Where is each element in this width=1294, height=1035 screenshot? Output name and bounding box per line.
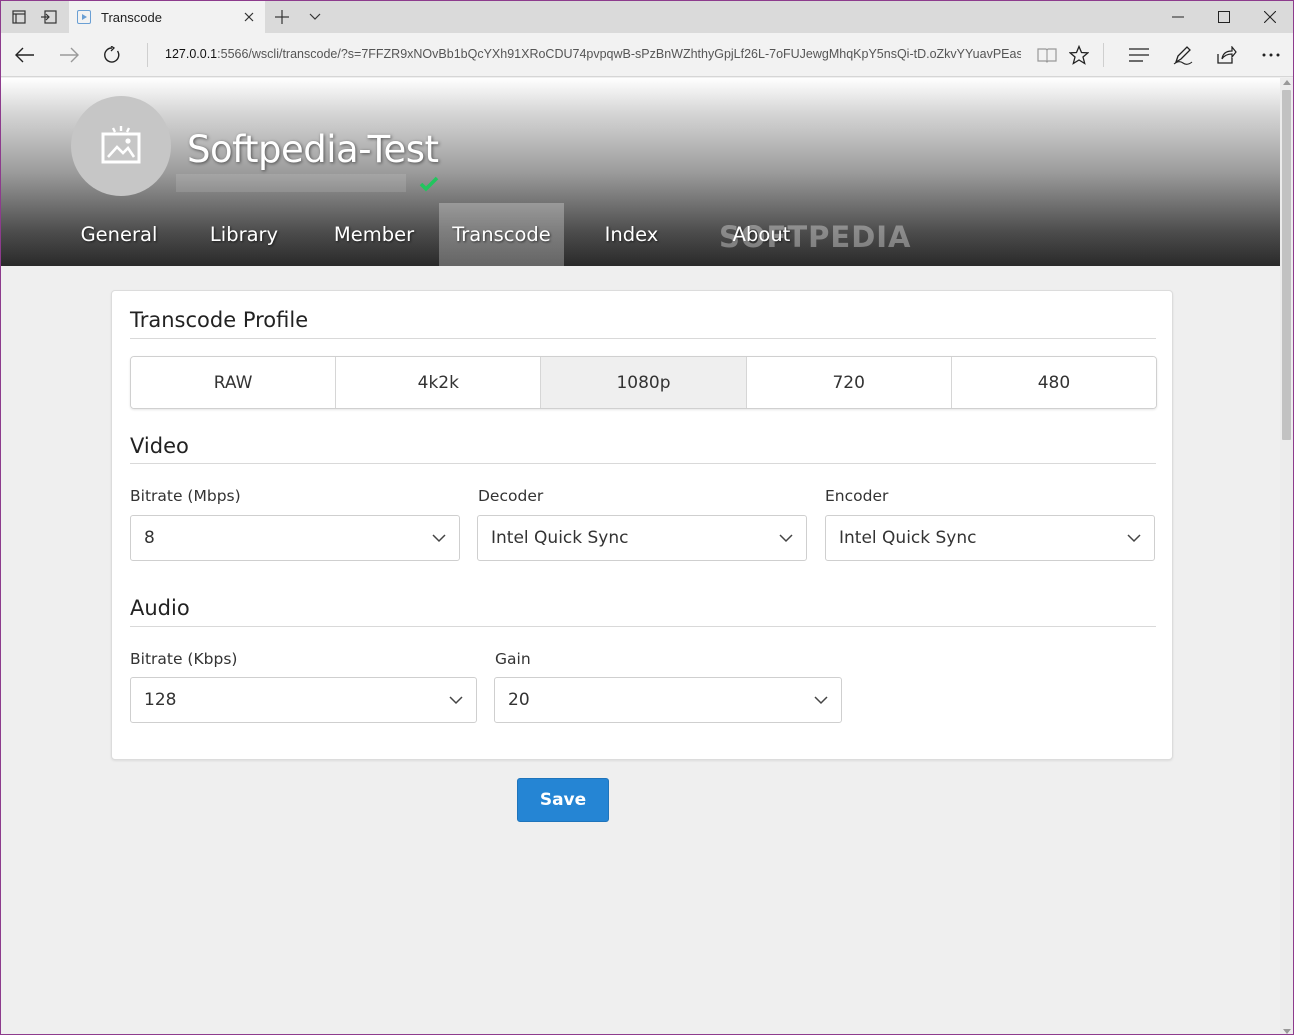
profile-section-rule [130, 338, 1156, 339]
gain-value: 20 [508, 690, 530, 710]
video-bitrate-value: 8 [144, 528, 155, 548]
web-page: Softpedia-Test General Library Member Tr… [1, 78, 1281, 1034]
tab-library[interactable]: Library [179, 203, 309, 266]
audio-bitrate-select[interactable]: 128 [130, 677, 477, 723]
server-name[interactable]: Softpedia-Test [187, 128, 439, 171]
chevron-down-icon [1127, 534, 1141, 543]
video-section-title: Video [130, 434, 189, 458]
encoder-label: Encoder [825, 487, 889, 505]
profile-480-button[interactable]: 480 [951, 357, 1156, 408]
scroll-up-arrow-icon[interactable] [1283, 80, 1291, 85]
web-note-pen-icon[interactable] [1171, 43, 1195, 67]
page-scrollbar[interactable] [1280, 78, 1293, 1034]
server-header: Softpedia-Test General Library Member Tr… [1, 78, 1281, 266]
url-field[interactable]: 127.0.0.1:5566/wscli/transcode/?s=7FFZR9… [165, 47, 1021, 61]
browser-window: Transcode 127.0.0.1:5566/wscli/transcode… [0, 0, 1294, 1035]
audio-section-title: Audio [130, 596, 190, 620]
decoder-value: Intel Quick Sync [491, 528, 629, 548]
profile-4k2k-button[interactable]: 4k2k [336, 357, 542, 408]
decoder-label: Decoder [478, 487, 544, 505]
hub-menu-lines-icon[interactable] [1127, 43, 1151, 67]
more-ellipsis-icon[interactable] [1259, 43, 1283, 67]
forward-arrow-icon[interactable] [57, 43, 81, 67]
image-placeholder-icon [101, 126, 141, 164]
tab-strip: Transcode [1, 1, 1293, 33]
transcode-settings-card: Transcode Profile RAW 4k2k 1080p 720 480… [111, 290, 1173, 760]
profile-section-title: Transcode Profile [130, 308, 309, 332]
set-aside-tabs-icon[interactable] [39, 7, 59, 27]
browser-tab-transcode[interactable]: Transcode [69, 1, 265, 33]
tab-index[interactable]: Index [564, 203, 699, 266]
page-favicon-icon [77, 10, 91, 24]
decoder-select[interactable]: Intel Quick Sync [477, 515, 807, 561]
main-nav-tabs: General Library Member Transcode Index A… [59, 203, 824, 266]
chevron-down-icon [432, 534, 446, 543]
profile-720-button[interactable]: 720 [746, 357, 952, 408]
address-bar-row: 127.0.0.1:5566/wscli/transcode/?s=7FFZR9… [1, 33, 1293, 77]
video-bitrate-label: Bitrate (Mbps) [130, 487, 241, 505]
tab-transcode[interactable]: Transcode [439, 203, 564, 266]
back-arrow-icon[interactable] [13, 43, 37, 67]
maximize-icon[interactable] [1201, 1, 1247, 33]
profile-selector: RAW 4k2k 1080p 720 480 [130, 356, 1157, 409]
favorite-star-icon[interactable] [1067, 43, 1091, 67]
new-tab-plus-icon[interactable] [271, 7, 293, 27]
audio-bitrate-value: 128 [144, 690, 177, 710]
server-name-underline [176, 174, 406, 192]
tab-preview-icon[interactable] [9, 7, 29, 27]
address-divider [147, 43, 148, 67]
close-window-icon[interactable] [1247, 1, 1293, 33]
video-section-rule [130, 463, 1156, 464]
url-path: :5566/wscli/transcode/?s=7FFZR9xNOvBb1bQ… [217, 47, 1021, 61]
chevron-down-icon [779, 534, 793, 543]
audio-bitrate-label: Bitrate (Kbps) [130, 650, 238, 668]
close-tab-icon[interactable] [239, 7, 259, 27]
profile-raw-button[interactable]: RAW [131, 357, 337, 408]
address-divider-right [1103, 43, 1104, 67]
save-button[interactable]: Save [517, 778, 609, 822]
tab-general[interactable]: General [59, 203, 179, 266]
profile-1080p-button[interactable]: 1080p [541, 357, 747, 408]
share-icon[interactable] [1215, 43, 1239, 67]
status-check-icon [419, 176, 439, 192]
encoder-value: Intel Quick Sync [839, 528, 977, 548]
audio-section-rule [130, 626, 1156, 627]
url-host: 127.0.0.1 [165, 47, 218, 61]
tab-title: Transcode [101, 9, 162, 25]
encoder-select[interactable]: Intel Quick Sync [825, 515, 1155, 561]
chevron-down-icon [814, 696, 828, 705]
tab-list-chevron-down-icon[interactable] [305, 7, 325, 27]
scroll-down-arrow-icon[interactable] [1283, 1029, 1291, 1034]
softpedia-watermark: SOFTPEDIA [719, 220, 912, 254]
reading-view-book-icon[interactable] [1035, 43, 1059, 67]
chevron-down-icon [449, 696, 463, 705]
tab-member[interactable]: Member [309, 203, 439, 266]
refresh-icon[interactable] [100, 43, 124, 67]
minimize-icon[interactable] [1155, 1, 1201, 33]
scrollbar-thumb[interactable] [1282, 90, 1291, 440]
gain-label: Gain [495, 650, 531, 668]
video-bitrate-select[interactable]: 8 [130, 515, 460, 561]
avatar[interactable] [71, 96, 171, 196]
gain-select[interactable]: 20 [494, 677, 842, 723]
